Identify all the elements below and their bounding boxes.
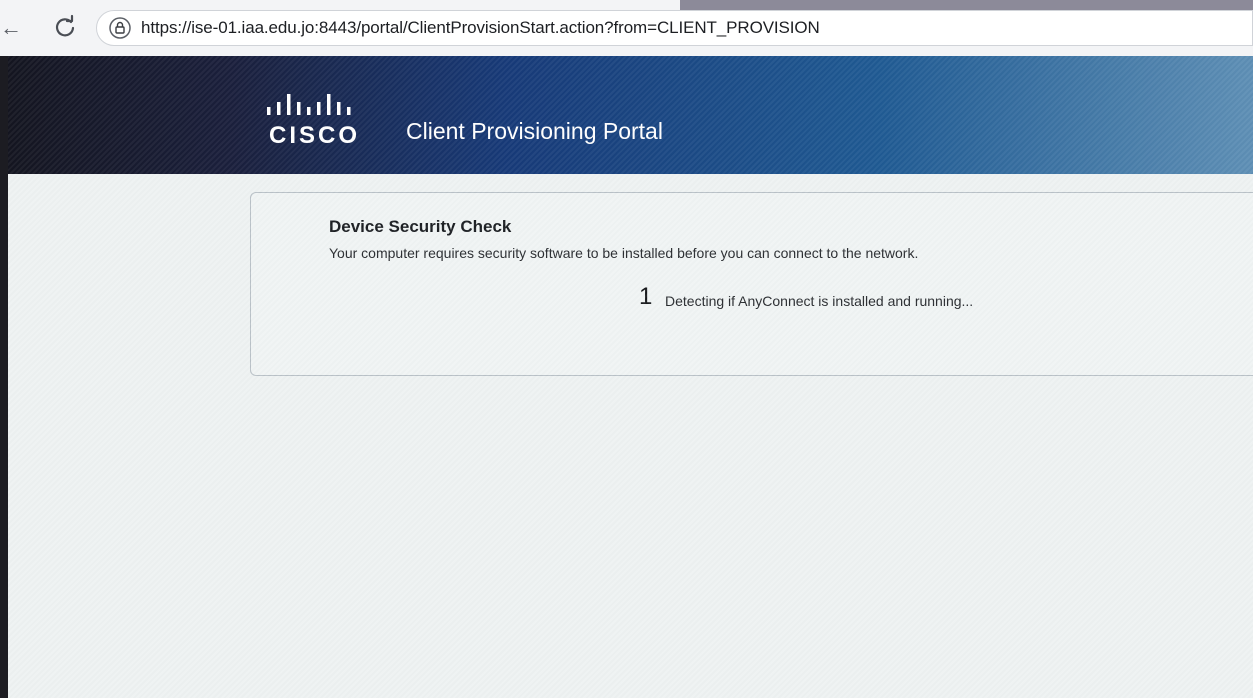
cisco-logo-text: CISCO: [269, 122, 361, 149]
back-arrow-icon: ←: [0, 15, 22, 40]
portal-header: CISCO Client Provisioning Portal: [8, 56, 1253, 174]
back-button[interactable]: ←: [0, 16, 22, 40]
portal-title: Client Provisioning Portal: [406, 118, 663, 144]
card-message: Your computer requires security software…: [329, 245, 919, 261]
step-number: 1: [639, 283, 653, 310]
lock-icon[interactable]: [109, 17, 131, 39]
cisco-logo: CISCO: [263, 94, 373, 154]
reload-button[interactable]: [52, 14, 78, 40]
screenshot: ← https://ise-01.iaa.edu.jo:8443/portal/…: [0, 0, 1253, 698]
address-bar[interactable]: https://ise-01.iaa.edu.jo:8443/portal/Cl…: [96, 10, 1253, 46]
card-heading: Device Security Check: [329, 217, 512, 236]
step-status-text: Detecting if AnyConnect is installed and…: [665, 293, 974, 309]
cisco-bars-icon: [267, 94, 351, 115]
security-check-card: Device Security Check Your computer requ…: [250, 192, 1253, 376]
browser-toolbar: ← https://ise-01.iaa.edu.jo:8443/portal/…: [0, 0, 1253, 56]
portal-page: CISCO Client Provisioning Portal Device …: [8, 56, 1253, 698]
screen-bezel: [0, 56, 8, 698]
reload-icon: [55, 14, 75, 37]
url-text[interactable]: https://ise-01.iaa.edu.jo:8443/portal/Cl…: [141, 18, 820, 38]
